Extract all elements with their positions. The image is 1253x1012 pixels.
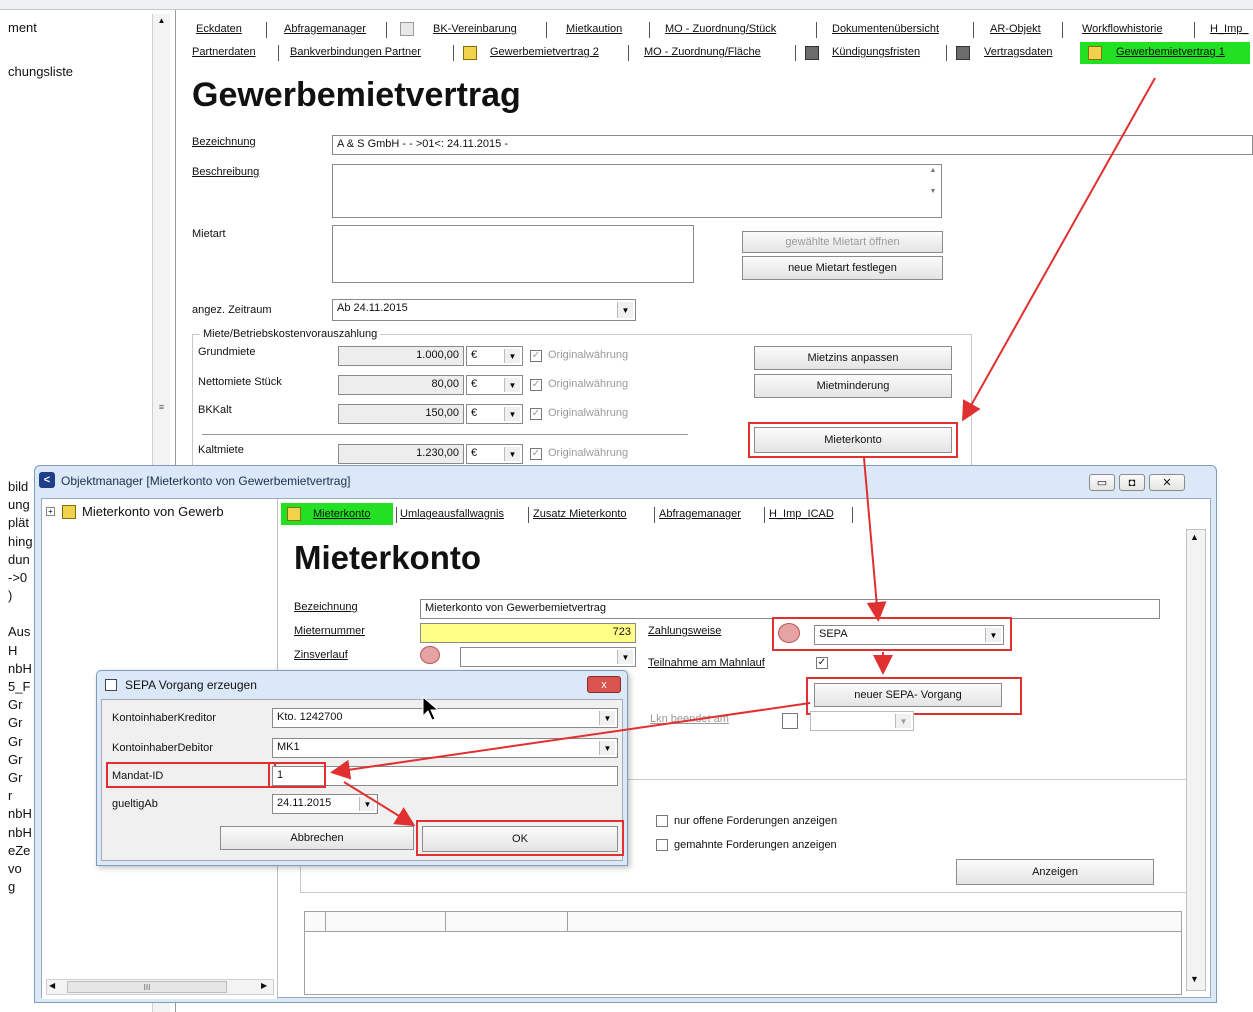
annotation-arrows (330, 77, 1156, 827)
